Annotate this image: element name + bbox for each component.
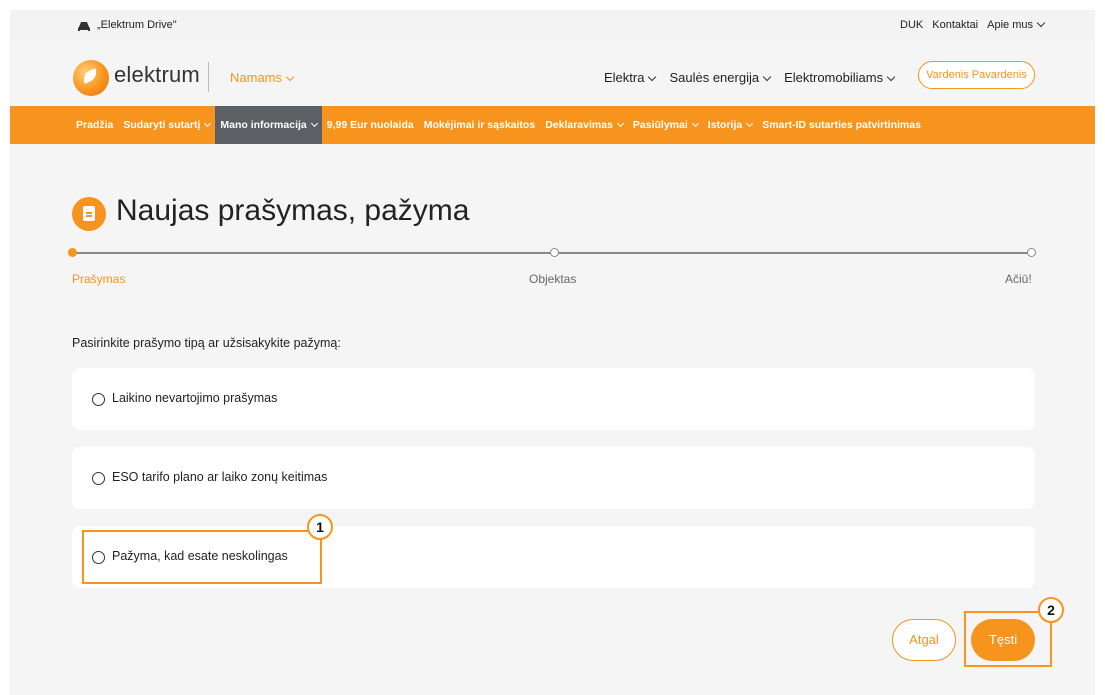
chevron-down-icon — [285, 72, 295, 82]
step-label-aciu: Ačiū! — [1005, 272, 1032, 286]
chevron-down-icon — [746, 119, 754, 128]
faq-link[interactable]: DUK — [900, 19, 923, 31]
chevron-down-icon — [310, 119, 318, 128]
chevron-down-icon — [691, 119, 699, 128]
page-frame: „Elektrum Drive" DUK Kontaktai Apie mus … — [10, 10, 1095, 695]
nav-item-label: Deklaravimas — [545, 119, 613, 131]
step-label-prasymas: Prašymas — [72, 272, 126, 286]
nav-saules-energija-label: Saulės energija — [669, 70, 760, 85]
utility-bar: „Elektrum Drive" DUK Kontaktai Apie mus — [10, 10, 1095, 40]
account-nav-items: Pradžia Sudaryti sutartį Mano informacij… — [71, 106, 926, 144]
account-nav: Pradžia Sudaryti sutartį Mano informacij… — [10, 106, 1095, 144]
step-dot-1 — [68, 248, 77, 257]
document-icon-shape — [83, 206, 95, 221]
nav-elektromobiliams[interactable]: Elektromobiliams — [784, 70, 896, 85]
car-icon — [78, 22, 90, 31]
nav-item-mokejimai[interactable]: Mokėjimai ir sąskaitos — [419, 106, 540, 144]
nav-item-nuolaida[interactable]: 9,99 Eur nuolaida — [322, 106, 419, 144]
option-card-laikino-nevartojimo[interactable]: Laikino nevartojimo prašymas — [72, 368, 1035, 430]
step-dot-3 — [1027, 248, 1036, 257]
nav-saules-energija[interactable]: Saulės energija — [669, 70, 772, 85]
nav-elektra[interactable]: Elektra — [604, 70, 657, 85]
chevron-down-icon — [204, 119, 212, 128]
nav-item-label: Smart-ID sutarties patvirtinimas — [762, 119, 921, 131]
nav-elektra-label: Elektra — [604, 70, 645, 85]
segment-selector[interactable]: Namams — [230, 70, 295, 85]
nav-item-sudaryti-sutarti[interactable]: Sudaryti sutartį — [118, 106, 215, 144]
nav-item-label: Mokėjimai ir sąskaitos — [423, 119, 536, 131]
nav-item-label: Sudaryti sutartį — [123, 119, 201, 131]
nav-item-istorija[interactable]: Istorija — [703, 106, 757, 144]
step-dot-2 — [550, 248, 559, 257]
nav-item-label: Pasiūlymai — [632, 119, 688, 131]
nav-item-label: 9,99 Eur nuolaida — [326, 119, 414, 131]
chevron-down-icon — [616, 119, 624, 128]
radio-button[interactable] — [92, 472, 105, 485]
user-account-button[interactable]: Vardenis Pavardenis — [918, 61, 1035, 89]
option-label: ESO tarifo plano ar laiko zonų keitimas — [112, 470, 328, 484]
utility-links: DUK Kontaktai Apie mus — [900, 18, 1046, 31]
nav-item-mano-informacija[interactable]: Mano informacija — [215, 106, 322, 144]
annotation-badge-2: 2 — [1038, 597, 1064, 623]
highlight-box-1 — [82, 530, 322, 584]
annotation-badge-1: 1 — [307, 514, 333, 540]
nav-item-label: Istorija — [707, 119, 743, 131]
main-header: elektrum Namams Elektra Saulės energija … — [10, 40, 1095, 116]
about-link[interactable]: Apie mus — [987, 18, 1046, 31]
main-nav: Elektra Saulės energija Elektromobiliams — [604, 70, 896, 85]
nav-item-smart-id[interactable]: Smart-ID sutarties patvirtinimas — [757, 106, 926, 144]
chevron-down-icon — [1036, 18, 1046, 28]
segment-label: Namams — [230, 70, 283, 85]
page-title: Naujas prašymas, pažyma — [116, 194, 470, 227]
chevron-down-icon — [648, 72, 657, 82]
chevron-down-icon — [762, 72, 772, 82]
option-card-eso-tarifo[interactable]: ESO tarifo plano ar laiko zonų keitimas — [72, 447, 1035, 509]
nav-item-pradzia[interactable]: Pradžia — [71, 106, 118, 144]
contacts-link[interactable]: Kontaktai — [932, 19, 978, 31]
nav-item-pasiulymai[interactable]: Pasiūlymai — [628, 106, 703, 144]
form-question: Pasirinkite prašymo tipą ar užsisakykite… — [72, 336, 341, 350]
step-label-objektas: Objektas — [529, 272, 577, 286]
divider — [208, 62, 209, 92]
elektrum-drive-link[interactable]: „Elektrum Drive" — [97, 19, 177, 31]
nav-elektromobiliams-label: Elektromobiliams — [784, 70, 884, 85]
back-button[interactable]: Atgal — [892, 619, 956, 661]
option-label: Laikino nevartojimo prašymas — [112, 391, 278, 405]
chevron-down-icon — [886, 72, 896, 82]
radio-button[interactable] — [92, 393, 105, 406]
highlight-box-2 — [964, 611, 1052, 667]
nav-item-label: Pradžia — [76, 119, 114, 131]
nav-item-deklaravimas[interactable]: Deklaravimas — [540, 106, 628, 144]
about-link-label: Apie mus — [987, 19, 1033, 31]
logo-text[interactable]: elektrum — [114, 62, 200, 88]
nav-item-label: Mano informacija — [220, 119, 307, 131]
